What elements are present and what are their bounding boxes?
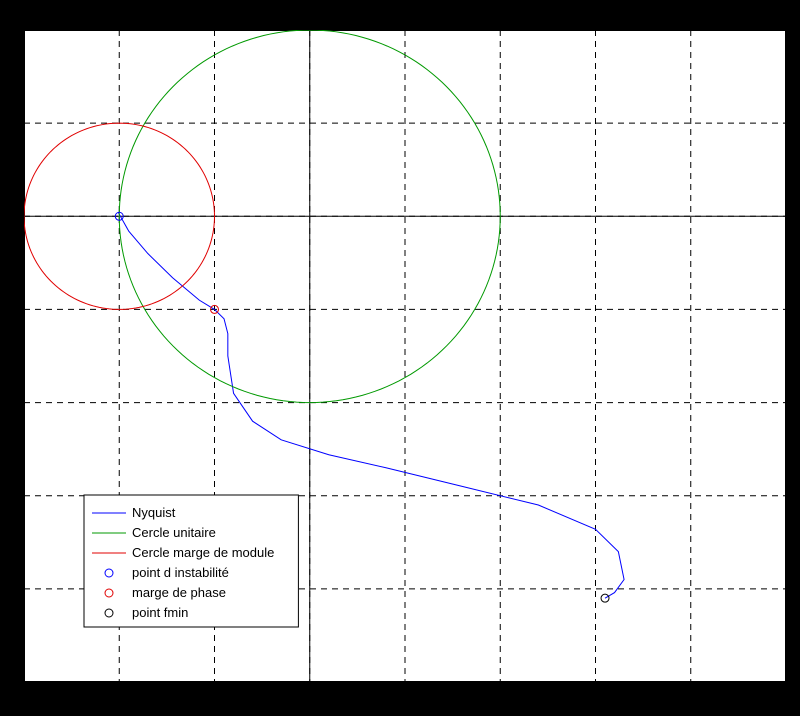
legend-label: Nyquist xyxy=(132,505,176,520)
legend-box xyxy=(84,495,298,627)
legend-label: Cercle marge de module xyxy=(132,545,274,560)
legend-label: point d instabilité xyxy=(132,565,229,580)
legend-label: Cercle unitaire xyxy=(132,525,216,540)
legend-label: point fmin xyxy=(132,605,188,620)
legend: Nyquist Cercle unitaire Cercle marge de mo… xyxy=(84,495,298,627)
plot-area: Nyquist Cercle unitaire Cercle marge de mo… xyxy=(24,30,786,682)
plot-svg: Nyquist Cercle unitaire Cercle marge de mo… xyxy=(24,30,786,682)
legend-label: marge de phase xyxy=(132,585,226,600)
